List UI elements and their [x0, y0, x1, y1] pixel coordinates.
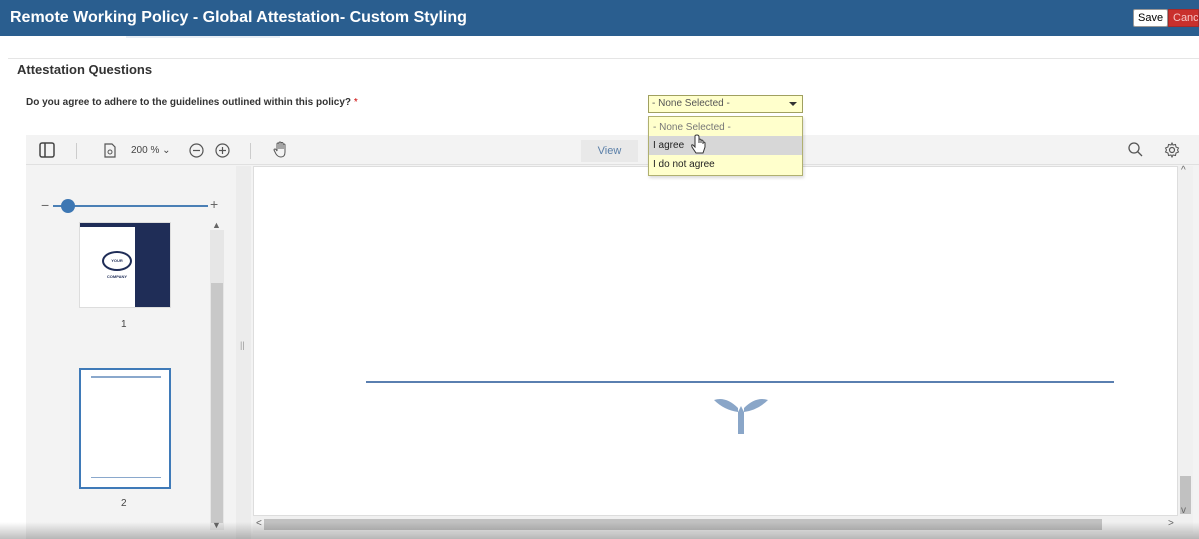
divider: [8, 58, 1199, 59]
thumbnail-side-band: [135, 223, 170, 307]
slider-handle[interactable]: [61, 199, 75, 213]
page-number: 1: [121, 319, 127, 330]
search-icon[interactable]: [1128, 142, 1143, 157]
hand-pointer-cursor-icon: [691, 134, 706, 154]
question-text: Do you agree to adhere to the guidelines…: [26, 97, 352, 108]
thumbnail-footer-line: [91, 477, 161, 478]
scroll-right-icon[interactable]: >: [1168, 518, 1174, 529]
required-marker: *: [353, 97, 358, 108]
page-vertical-scrollbar[interactable]: [1178, 166, 1193, 516]
thumbnail-scrollbar[interactable]: [210, 230, 224, 530]
page-thumbnail-2[interactable]: [79, 368, 171, 489]
panel-splitter[interactable]: [236, 166, 251, 539]
page-fit-icon[interactable]: [104, 143, 116, 158]
option-i-agree[interactable]: I agree: [649, 136, 802, 155]
scroll-up-icon[interactable]: ^: [1181, 165, 1186, 176]
logo-text: YOUR COMPANY: [106, 258, 128, 279]
cancel-button[interactable]: Cancel: [1168, 9, 1199, 27]
thumbnail-header-line: [91, 376, 161, 378]
view-tab[interactable]: View: [581, 140, 638, 162]
select-value: - None Selected -: [652, 98, 730, 109]
thumbnail-size-slider[interactable]: [53, 205, 208, 207]
zoom-in-icon[interactable]: [215, 143, 230, 158]
company-logo: YOUR COMPANY: [102, 251, 132, 279]
sidebar-toggle-icon[interactable]: [39, 142, 55, 158]
tab-indicator: [126, 36, 280, 38]
page-horizontal-scrollbar[interactable]: [253, 516, 1193, 533]
question-label: Do you agree to adhere to the guidelines…: [26, 97, 358, 108]
thumbnail-zoom-in-icon[interactable]: +: [210, 196, 218, 212]
zoom-out-icon[interactable]: [189, 143, 204, 158]
zoom-value: 200 %: [131, 145, 160, 156]
page-number: 2: [121, 498, 127, 509]
document-page: [253, 166, 1178, 516]
company-emblem-icon: [714, 399, 768, 434]
scroll-down-icon[interactable]: v: [1181, 505, 1186, 516]
attestation-select[interactable]: - None Selected -: [648, 95, 803, 113]
option-i-do-not-agree[interactable]: I do not agree: [649, 155, 802, 174]
title-bar: Remote Working Policy - Global Attestati…: [0, 0, 1199, 36]
splitter-grip-icon[interactable]: ||: [240, 340, 245, 350]
attestation-dropdown-list: - None Selected - I agree I do not agree: [648, 116, 803, 176]
gear-icon[interactable]: [1164, 142, 1180, 158]
scroll-left-icon[interactable]: <: [256, 518, 262, 529]
dropdown-arrow-icon[interactable]: [789, 102, 797, 106]
page-title: Remote Working Policy - Global Attestati…: [10, 9, 467, 26]
page-thumbnail-1[interactable]: YOUR COMPANY: [79, 222, 171, 308]
scrollbar-thumb[interactable]: [264, 519, 1102, 530]
page-divider-line: [366, 381, 1114, 383]
zoom-select[interactable]: 200 % ⌄: [131, 145, 171, 156]
scrollbar-thumb[interactable]: [211, 283, 223, 523]
thumbnail-zoom-out-icon[interactable]: −: [41, 197, 49, 213]
toolbar-separator: [250, 143, 251, 159]
scroll-up-icon[interactable]: ▲: [212, 220, 221, 230]
save-button[interactable]: Save: [1133, 9, 1169, 27]
scroll-down-icon[interactable]: ▼: [212, 520, 221, 530]
section-title: Attestation Questions: [17, 62, 153, 77]
option-none-selected[interactable]: - None Selected -: [649, 118, 802, 137]
toolbar-separator: [76, 143, 77, 159]
pan-hand-icon[interactable]: [273, 141, 289, 159]
